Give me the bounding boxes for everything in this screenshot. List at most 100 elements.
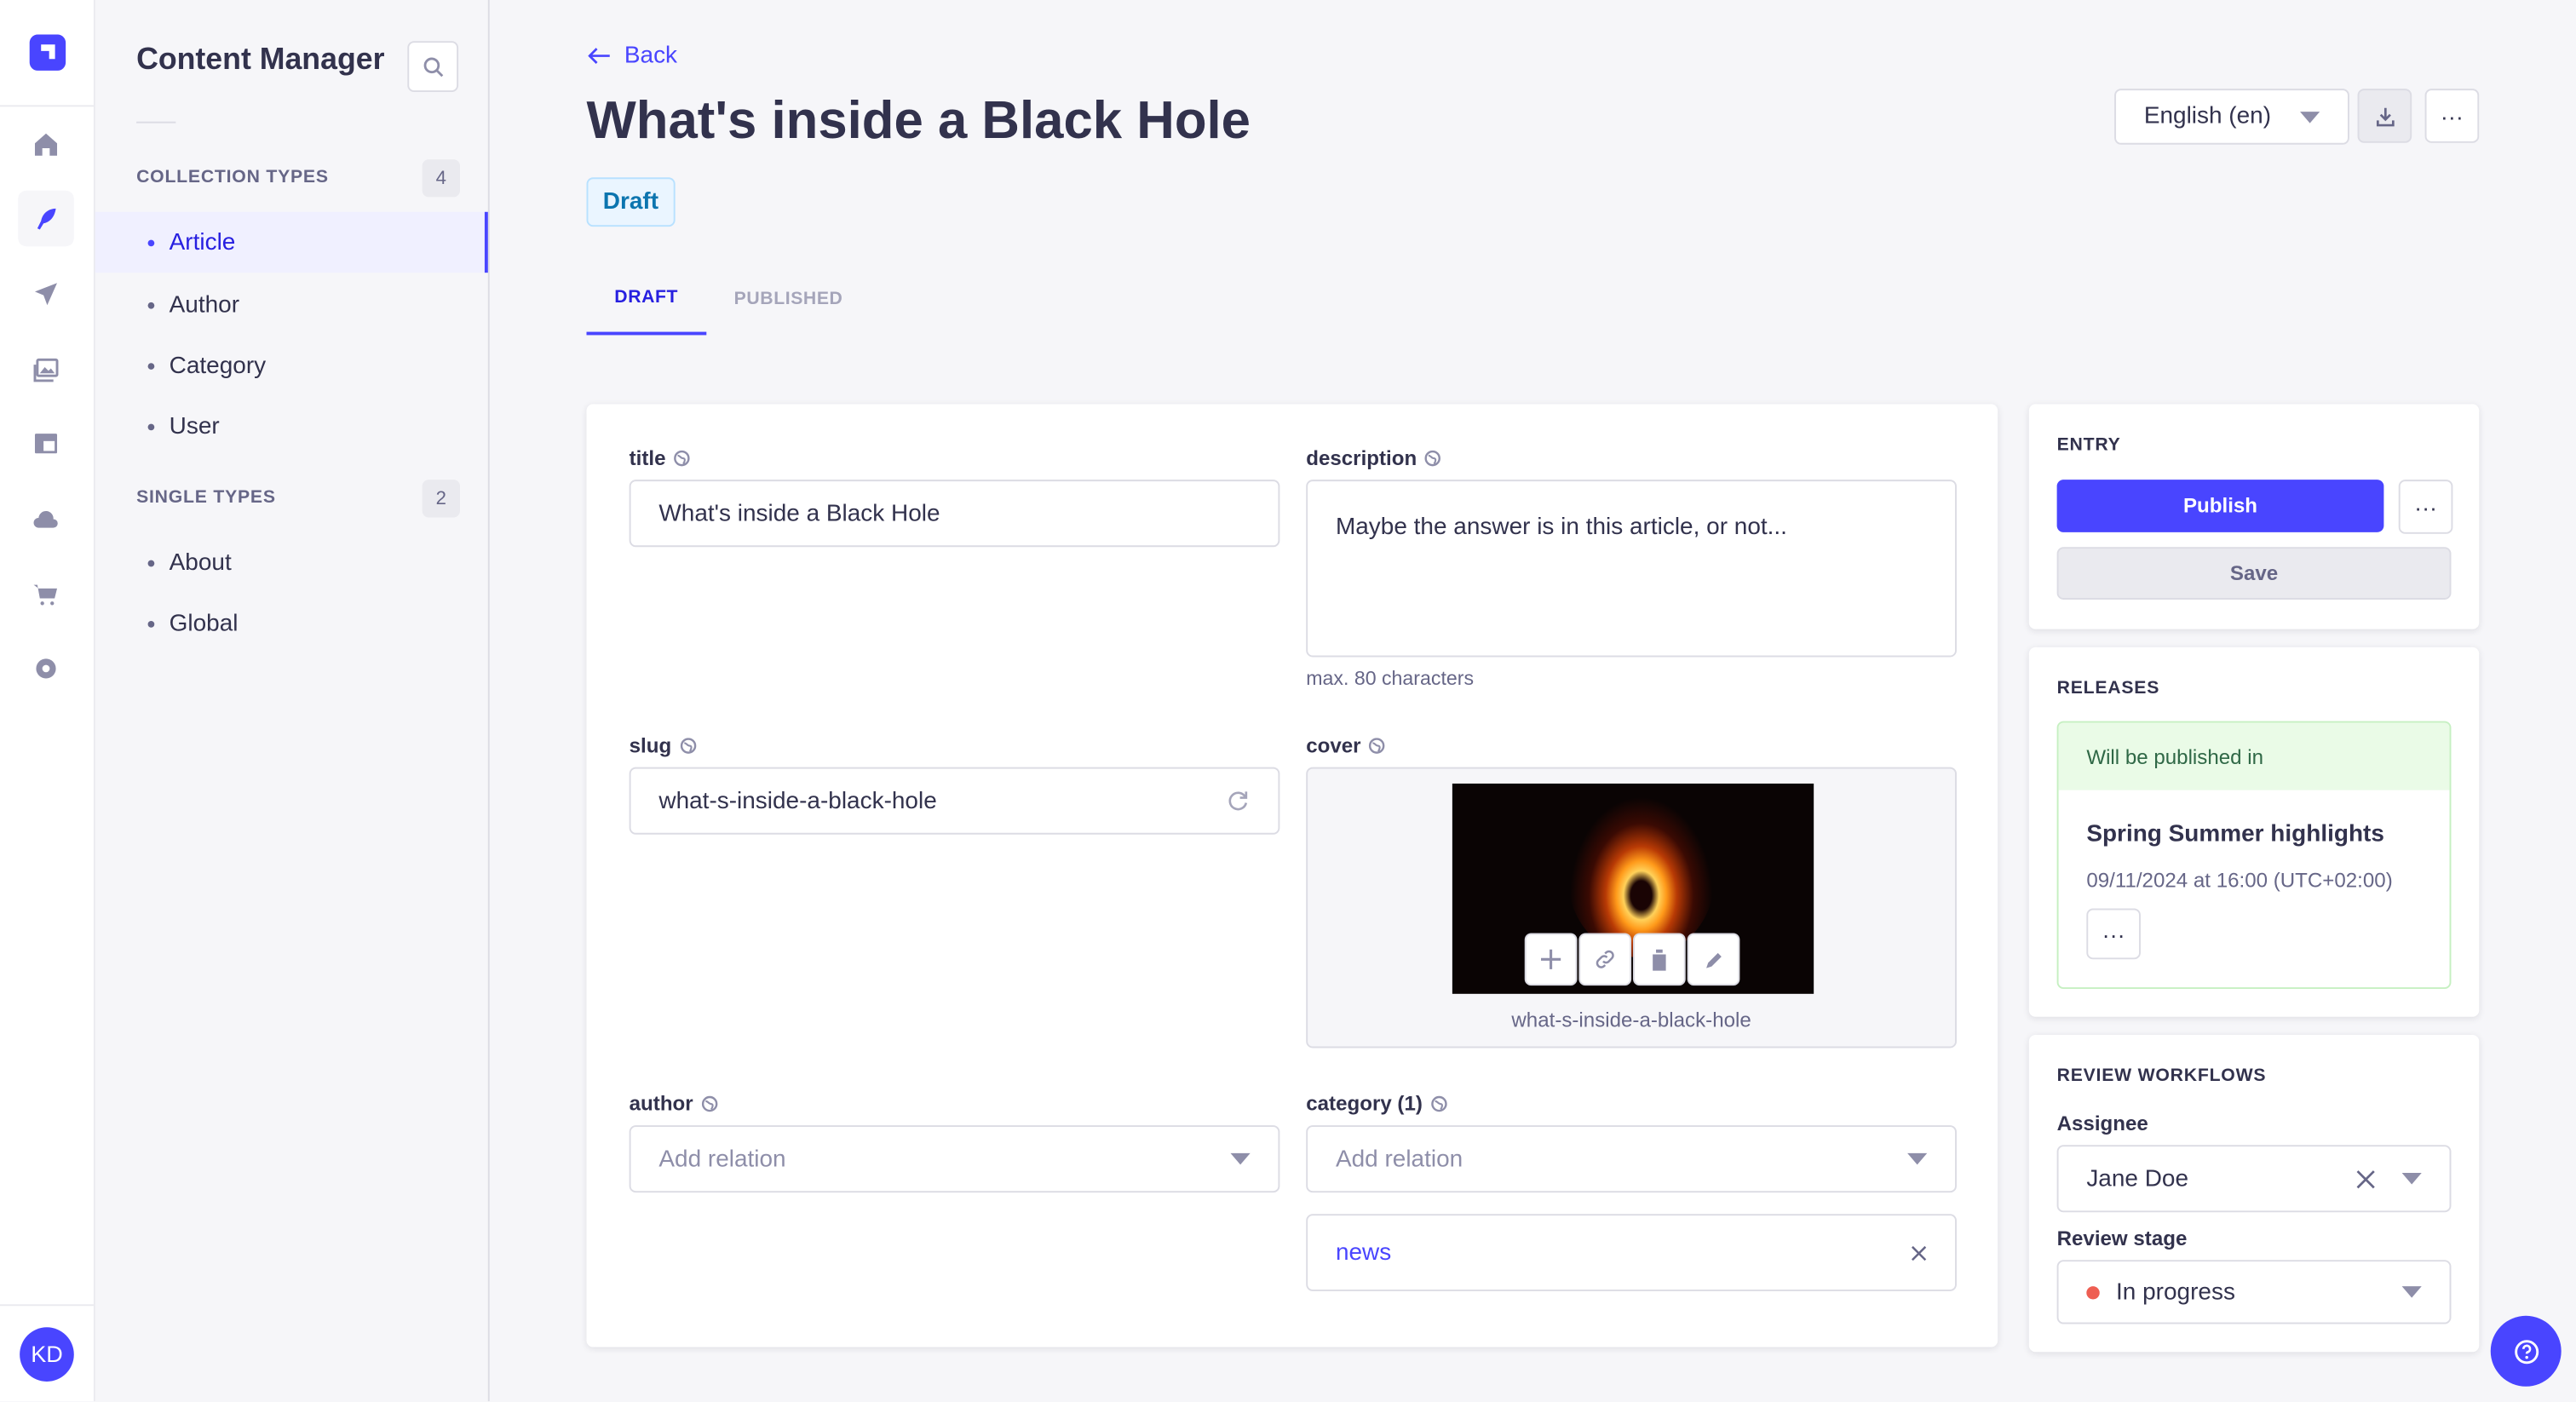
description-textarea[interactable]: Maybe the answer is in this article, or …	[1306, 480, 1957, 658]
version-tabs: DRAFT PUBLISHED	[586, 263, 871, 336]
gear-icon	[36, 658, 56, 679]
layout-icon	[34, 434, 58, 454]
category-placeholder: Add relation	[1335, 1146, 1463, 1173]
locale-select[interactable]: English (en)	[2114, 89, 2349, 145]
nav-media-library[interactable]	[18, 342, 74, 398]
copy-link-button[interactable]	[1578, 933, 1632, 986]
assignee-select[interactable]: Jane Doe	[2056, 1145, 2452, 1213]
release-card: Will be published in Spring Summer highl…	[2056, 721, 2452, 990]
subnav-item-label: Author	[169, 291, 240, 319]
paper-plane-icon	[34, 283, 58, 306]
subnav-item-author[interactable]: Author	[95, 274, 488, 335]
back-link[interactable]: Back	[588, 43, 677, 69]
cover-label: cover	[1306, 734, 1386, 758]
category-label: category (1)	[1306, 1093, 1447, 1116]
link-icon	[1596, 950, 1614, 968]
release-banner: Will be published in	[2058, 722, 2450, 790]
entry-heading: ENTRY	[2056, 435, 2121, 456]
author-label-text: author	[629, 1092, 693, 1116]
trash-icon	[1651, 949, 1668, 971]
regenerate-icon[interactable]	[1226, 789, 1251, 813]
nav-content-type-builder[interactable]	[18, 416, 74, 472]
tab-draft[interactable]: DRAFT	[586, 263, 706, 336]
nav-releases[interactable]	[18, 266, 74, 322]
bullet-icon	[147, 422, 155, 430]
subnav-item-user[interactable]: User	[95, 396, 488, 457]
assignee-label: Assignee	[2056, 1112, 2148, 1135]
content-manager-subnav: Content Manager COLLECTION TYPES 4 Artic…	[95, 0, 490, 1402]
more-actions-button[interactable]: ···	[2424, 89, 2480, 143]
collection-types-heading[interactable]: COLLECTION TYPES	[136, 168, 329, 187]
more-icon: ···	[2102, 920, 2125, 947]
cart-icon	[33, 584, 58, 606]
cover-toolbar	[1524, 933, 1742, 986]
nav-settings[interactable]	[18, 641, 74, 697]
single-types-heading[interactable]: SINGLE TYPES	[136, 488, 276, 508]
nav-cloud[interactable]	[18, 491, 74, 548]
clear-icon[interactable]	[2356, 1169, 2376, 1188]
avatar[interactable]: KD	[20, 1326, 74, 1381]
add-media-button[interactable]	[1524, 933, 1578, 986]
more-icon: ···	[2414, 493, 2438, 520]
save-button[interactable]: Save	[2056, 547, 2452, 600]
globe-icon	[674, 450, 691, 467]
strapi-logo-icon[interactable]	[28, 34, 66, 71]
category-label-text: category (1)	[1306, 1092, 1423, 1116]
user-area: KD	[0, 1304, 94, 1401]
release-more-button[interactable]: ···	[2086, 908, 2141, 960]
delete-media-button[interactable]	[1633, 933, 1686, 986]
plus-icon	[1541, 949, 1561, 969]
category-relation-select[interactable]: Add relation	[1306, 1125, 1957, 1193]
download-icon	[2376, 106, 2394, 126]
publish-button[interactable]: Publish	[2056, 480, 2384, 532]
nav-home[interactable]	[18, 117, 74, 173]
title-input[interactable]: What's inside a Black Hole	[629, 480, 1280, 548]
bullet-icon	[147, 362, 155, 369]
help-button[interactable]	[2490, 1315, 2562, 1387]
globe-icon	[1425, 450, 1441, 467]
download-button[interactable]	[2357, 89, 2412, 143]
status-badge: Draft	[586, 177, 676, 227]
relation-link-news[interactable]: news	[1336, 1239, 1391, 1266]
bullet-icon	[147, 559, 155, 566]
page-title: What's inside a Black Hole	[586, 90, 1251, 150]
subnav-search-button[interactable]	[407, 41, 459, 93]
nav-content-manager[interactable]	[18, 190, 74, 247]
nav-marketplace[interactable]	[18, 566, 74, 623]
images-icon	[33, 358, 59, 382]
chevron-down-icon	[1907, 1152, 1928, 1165]
home-icon	[34, 133, 58, 156]
subnav-item-article[interactable]: Article	[95, 211, 488, 273]
review-stage-label: Review stage	[2056, 1227, 2188, 1250]
author-label: author	[630, 1093, 718, 1116]
logo-area	[0, 0, 94, 107]
globe-icon	[701, 1095, 718, 1112]
subnav-item-category[interactable]: Category	[95, 335, 488, 395]
release-name[interactable]: Spring Summer highlights	[2086, 821, 2384, 848]
tab-published[interactable]: PUBLISHED	[706, 263, 871, 336]
release-date: 09/11/2024 at 16:00 (UTC+02:00)	[2086, 869, 2393, 893]
divider	[136, 121, 176, 124]
releases-panel: RELEASES Will be published in Spring Sum…	[2028, 646, 2480, 1017]
cover-media-field: what-s-inside-a-black-hole	[1306, 767, 1957, 1049]
feather-icon	[37, 208, 56, 230]
chevron-down-icon	[2300, 111, 2320, 123]
subnav-item-label: About	[169, 549, 232, 576]
subnav-item-global[interactable]: Global	[95, 593, 488, 653]
review-stage-select[interactable]: In progress	[2056, 1260, 2452, 1324]
edit-media-button[interactable]	[1687, 933, 1740, 986]
slug-value: what-s-inside-a-black-hole	[658, 787, 937, 814]
app: KD Content Manager COLLECTION TYPES 4 Ar…	[0, 0, 2576, 1402]
subnav-item-label: Article	[169, 229, 236, 256]
slug-input[interactable]: what-s-inside-a-black-hole	[629, 767, 1280, 835]
author-relation-select[interactable]: Add relation	[629, 1125, 1280, 1193]
cover-image[interactable]	[1452, 783, 1814, 994]
stage-color-dot	[2086, 1285, 2100, 1299]
subnav-item-about[interactable]: About	[95, 532, 488, 593]
review-workflows-heading: REVIEW WORKFLOWS	[2056, 1066, 2267, 1086]
cover-label-text: cover	[1306, 734, 1361, 758]
entry-more-button[interactable]: ···	[2398, 480, 2453, 534]
entry-panel: ENTRY Publish ··· Save	[2028, 404, 2480, 629]
remove-relation-icon[interactable]	[1911, 1244, 1927, 1261]
back-label: Back	[624, 43, 678, 70]
